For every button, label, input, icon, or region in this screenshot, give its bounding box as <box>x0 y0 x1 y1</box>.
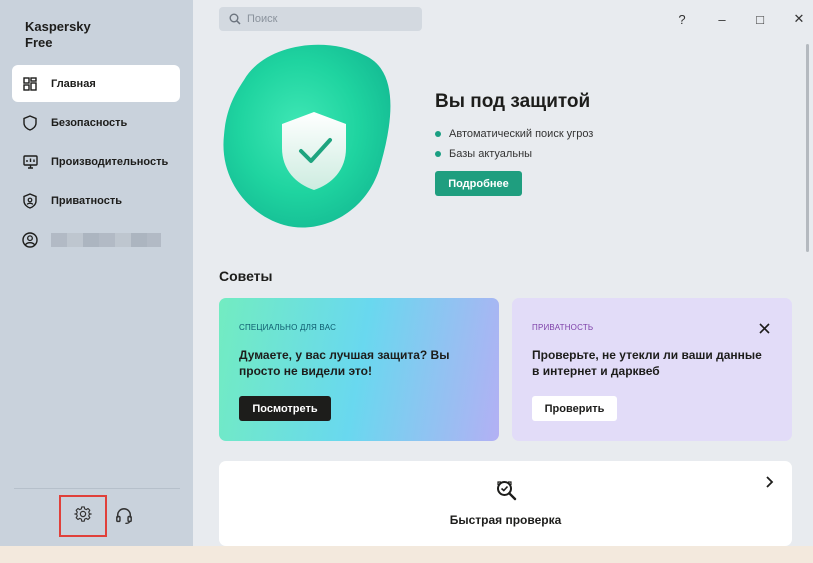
details-button[interactable]: Подробнее <box>435 171 522 196</box>
status-dot-icon <box>435 131 441 137</box>
status-text: Автоматический поиск угроз <box>449 128 594 140</box>
headset-icon <box>115 507 133 530</box>
sidebar-item-home[interactable]: Главная <box>12 65 180 102</box>
quick-scan-label: Быстрая проверка <box>449 513 562 527</box>
app-window: Kaspersky Free Главная Безопасность Прои… <box>0 0 813 556</box>
tips-title: Советы <box>219 268 273 284</box>
sidebar: Kaspersky Free Главная Безопасность Прои… <box>0 0 193 546</box>
status-text: Базы актуальны <box>449 148 533 160</box>
tip-card-privacy[interactable]: ПРИВАТНОСТЬ Проверьте, не утекли ли ваши… <box>512 298 792 441</box>
sidebar-item-performance[interactable]: Производительность <box>12 143 180 180</box>
account-name-redacted <box>51 232 161 247</box>
taskbar-strip <box>0 546 813 563</box>
search-bar[interactable] <box>219 7 422 31</box>
close-card-button[interactable] <box>756 320 772 336</box>
quick-scan-card[interactable]: Быстрая проверка <box>219 461 792 546</box>
support-button[interactable] <box>111 505 137 531</box>
close-icon <box>758 322 770 334</box>
user-avatar-icon <box>22 231 38 248</box>
shield-icon <box>22 114 38 131</box>
minimize-button[interactable]: – <box>712 10 732 28</box>
sidebar-item-account[interactable] <box>12 221 180 258</box>
card-text: Проверьте, не утекли ли ваши данные в ин… <box>532 348 762 378</box>
status-dot-icon <box>435 151 441 157</box>
card-tag: СПЕЦИАЛЬНО ДЛЯ ВАС <box>239 323 337 332</box>
monitor-icon <box>22 154 38 170</box>
search-icon <box>229 13 241 25</box>
status-item: Автоматический поиск угроз <box>435 124 593 144</box>
chevron-right-icon <box>766 476 774 488</box>
privacy-shield-icon <box>22 192 38 209</box>
home-grid-icon <box>22 76 38 92</box>
scroll-thumb[interactable] <box>806 44 809 252</box>
help-button[interactable]: ? <box>672 10 692 28</box>
protection-status-title: Вы под защитой <box>435 91 591 112</box>
gear-icon <box>74 505 92 528</box>
sidebar-item-label: Безопасность <box>51 116 128 129</box>
status-list: Автоматический поиск угроз Базы актуальн… <box>435 124 593 164</box>
sidebar-item-label: Главная <box>51 77 96 90</box>
sidebar-item-label: Приватность <box>51 194 122 207</box>
view-button[interactable]: Посмотреть <box>239 396 331 421</box>
app-title: Kaspersky Free <box>25 19 91 50</box>
sidebar-item-security[interactable]: Безопасность <box>12 104 180 141</box>
scrollbar[interactable] <box>806 44 811 544</box>
card-tag: ПРИВАТНОСТЬ <box>532 323 594 332</box>
settings-button[interactable] <box>59 495 107 537</box>
maximize-button[interactable]: □ <box>750 10 770 28</box>
sidebar-item-label: Производительность <box>51 155 169 168</box>
sidebar-item-privacy[interactable]: Приватность <box>12 182 180 219</box>
check-button[interactable]: Проверить <box>532 396 617 421</box>
scan-magnifier-icon <box>497 481 517 501</box>
status-item: Базы актуальны <box>435 144 593 164</box>
search-input[interactable] <box>245 12 409 26</box>
close-button[interactable]: ✕ <box>789 10 809 28</box>
card-text: Думаете, у вас лучшая защита? Вы просто … <box>239 348 450 378</box>
protection-shield-illustration <box>223 44 391 228</box>
tip-card-promo[interactable]: СПЕЦИАЛЬНО ДЛЯ ВАС Думаете, у вас лучшая… <box>219 298 499 441</box>
sidebar-divider <box>14 488 180 489</box>
